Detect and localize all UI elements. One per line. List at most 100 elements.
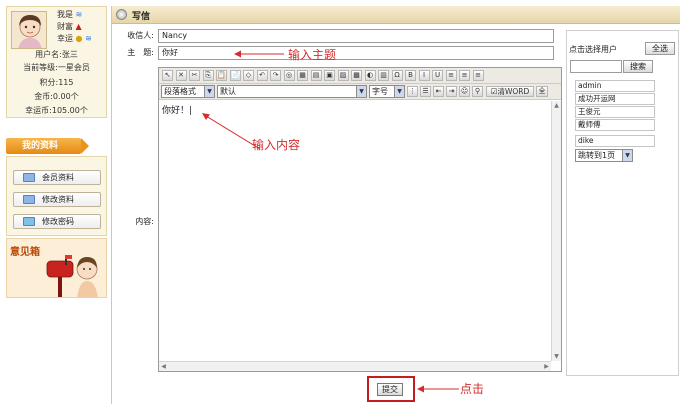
outdent-icon[interactable]: ⇤ bbox=[433, 86, 444, 97]
chevron-down-icon: ▼ bbox=[356, 86, 366, 97]
content-hint: 输入内容 bbox=[252, 138, 301, 152]
feedback-box[interactable]: 意见箱 bbox=[6, 238, 107, 298]
align-right-icon[interactable]: ≡ bbox=[472, 70, 484, 81]
image-icon[interactable]: ▣ bbox=[324, 70, 335, 81]
left-sidebar: 我是 ≋ 财富 ▲ 幸运 ● ≋ 用户名:张三 当前等级:一星会员 积分:115… bbox=[0, 0, 110, 404]
page-jump-value: 跳转到1页 bbox=[578, 151, 616, 160]
paragraph-format-value: 段落格式 bbox=[164, 87, 196, 96]
username: 用户名:张三 bbox=[35, 50, 78, 59]
click-hint: 点击 bbox=[460, 382, 485, 396]
stat-rank-label: 我是 bbox=[57, 10, 73, 19]
horizontal-scrollbar[interactable]: ◀ ▶ bbox=[159, 361, 551, 371]
subject-arrow-icon bbox=[234, 50, 284, 58]
user-search-input[interactable] bbox=[570, 60, 622, 73]
flash-icon[interactable]: ▨ bbox=[337, 70, 349, 81]
code-icon[interactable]: Ω bbox=[391, 70, 403, 81]
copy-icon[interactable]: ⎘ bbox=[202, 70, 214, 81]
file-icon[interactable]: ◐ bbox=[364, 70, 376, 81]
user-item-chenggong[interactable]: 成功开运网 bbox=[575, 93, 655, 105]
stat-rank: 我是 ≋ bbox=[57, 9, 82, 20]
italic-icon[interactable]: I bbox=[418, 70, 430, 81]
smiley-icon[interactable]: ☺ bbox=[459, 86, 470, 97]
editor-toolbar-row2: 段落格式 ▼ 默认 ▼ 字号 ▼ ⋮ ☰ ⇤ ⇥ ☺ ⚲ ☑清WORD 全 bbox=[159, 84, 561, 100]
submit-arrow-icon bbox=[417, 385, 459, 393]
align-left-icon[interactable]: ≡ bbox=[445, 70, 457, 81]
scroll-left-icon[interactable]: ◀ bbox=[159, 362, 168, 371]
profile-panel: 我是 ≋ 财富 ▲ 幸运 ● ≋ 用户名:张三 当前等级:一星会员 积分:115… bbox=[6, 6, 107, 118]
recipient-input[interactable]: Nancy bbox=[158, 29, 554, 43]
triangle-icon: ▲ bbox=[75, 22, 82, 31]
unordered-list-icon[interactable]: ☰ bbox=[420, 86, 431, 97]
edit-profile-icon bbox=[23, 195, 35, 204]
delete-icon[interactable]: ✕ bbox=[175, 70, 187, 81]
undo-icon[interactable]: ↶ bbox=[256, 70, 268, 81]
search-button[interactable]: 搜索 bbox=[623, 60, 653, 73]
link-icon[interactable]: ◎ bbox=[283, 70, 295, 81]
my-info-tab[interactable]: 我的资料 bbox=[6, 138, 89, 154]
editor-toolbar-row1: ↖ ✕ ✂ ⎘ 📋 📄 ◇ ↶ ↷ ◎ ▦ ▤ ▣ ▨ ▩ ◐ ▥ Ω B I U ≡ ≡ ≡ bbox=[159, 68, 561, 84]
fullscreen-button[interactable]: 全 bbox=[536, 86, 548, 97]
content-text: 你好！ bbox=[162, 106, 190, 116]
mailbox-illustration bbox=[46, 255, 98, 297]
font-name-select[interactable]: 默认 ▼ bbox=[217, 85, 367, 98]
page-jump-select[interactable]: 跳转到1页 ▼ bbox=[575, 149, 633, 162]
table-icon[interactable]: ▦ bbox=[297, 70, 308, 81]
font-name-value: 默认 bbox=[220, 87, 236, 96]
member-info-icon bbox=[23, 173, 35, 182]
stat-wealth: 财富 ▲ bbox=[57, 21, 82, 32]
member-info-button[interactable]: 会员资料 bbox=[13, 170, 101, 185]
stat-luck-label: 幸运 bbox=[57, 34, 73, 43]
font-size-value: 字号 bbox=[372, 87, 388, 96]
user-item-admin[interactable]: admin bbox=[575, 80, 655, 92]
user-select-panel: 点击选择用户 全选 搜索 admin 成功开运网 王俊元 戴师傅 dike 跳转… bbox=[566, 30, 679, 376]
media-icon[interactable]: ▩ bbox=[351, 70, 362, 81]
select-all-button[interactable]: 全选 bbox=[645, 42, 675, 55]
chevron-down-icon: ▼ bbox=[394, 86, 404, 97]
edit-profile-button[interactable]: 修改资料 bbox=[13, 192, 101, 207]
scroll-right-icon[interactable]: ▶ bbox=[542, 362, 551, 371]
user-avatar bbox=[11, 11, 47, 49]
subject-label: 主 题: bbox=[127, 48, 154, 57]
paste-icon[interactable]: 📋 bbox=[216, 70, 227, 81]
gold-coins: 金币:0.00个 bbox=[34, 92, 79, 101]
member-info-label: 会员资料 bbox=[42, 173, 74, 182]
eraser-icon[interactable]: ◇ bbox=[243, 70, 254, 81]
title-bullet-icon bbox=[116, 9, 127, 20]
lucky-coins: 幸运币:105.00个 bbox=[25, 106, 88, 115]
title-bar: 写信 bbox=[112, 6, 680, 24]
wave-icon: ≋ bbox=[75, 10, 83, 19]
change-password-label: 修改密码 bbox=[42, 217, 74, 226]
edit-profile-label: 修改资料 bbox=[42, 195, 74, 204]
scroll-down-icon[interactable]: ▼ bbox=[552, 352, 561, 361]
paste-text-icon[interactable]: 📄 bbox=[229, 70, 241, 81]
user-item-daishifu[interactable]: 戴师傅 bbox=[575, 119, 655, 131]
select-icon[interactable]: ↖ bbox=[162, 70, 173, 81]
indent-icon[interactable]: ⇥ bbox=[446, 86, 457, 97]
bold-icon[interactable]: B bbox=[405, 70, 416, 81]
submit-highlight-frame: 提交 bbox=[367, 376, 415, 402]
underline-icon[interactable]: U bbox=[432, 70, 443, 81]
align-center-icon[interactable]: ≡ bbox=[459, 70, 470, 81]
anchor-icon[interactable]: ▤ bbox=[310, 70, 322, 81]
user-item-dike[interactable]: dike bbox=[575, 135, 655, 147]
scroll-up-icon[interactable]: ▲ bbox=[552, 101, 561, 110]
redo-icon[interactable]: ↷ bbox=[270, 70, 281, 81]
cut-icon[interactable]: ✂ bbox=[189, 70, 200, 81]
page-title: 写信 bbox=[132, 12, 151, 22]
font-size-select[interactable]: 字号 ▼ bbox=[369, 85, 405, 98]
user-item-wangjunyuan[interactable]: 王俊元 bbox=[575, 106, 655, 118]
find-icon[interactable]: ⚲ bbox=[472, 86, 483, 97]
subject-input[interactable]: 你好 bbox=[158, 46, 554, 60]
recipient-label: 收信人: bbox=[127, 31, 154, 40]
coin-icon: ● bbox=[75, 34, 83, 43]
vertical-scrollbar[interactable]: ▲ ▼ bbox=[551, 101, 561, 361]
stat-wealth-label: 财富 bbox=[57, 22, 73, 31]
special-char-icon[interactable]: ▥ bbox=[378, 70, 389, 81]
submit-button[interactable]: 提交 bbox=[377, 383, 403, 396]
ordered-list-icon[interactable]: ⋮ bbox=[407, 86, 418, 97]
change-password-button[interactable]: 修改密码 bbox=[13, 214, 101, 229]
paragraph-format-select[interactable]: 段落格式 ▼ bbox=[161, 85, 215, 98]
clean-word-button[interactable]: ☑清WORD bbox=[486, 86, 534, 97]
points: 积分:115 bbox=[39, 78, 74, 87]
stat-luck: 幸运 ● ≋ bbox=[57, 33, 92, 44]
